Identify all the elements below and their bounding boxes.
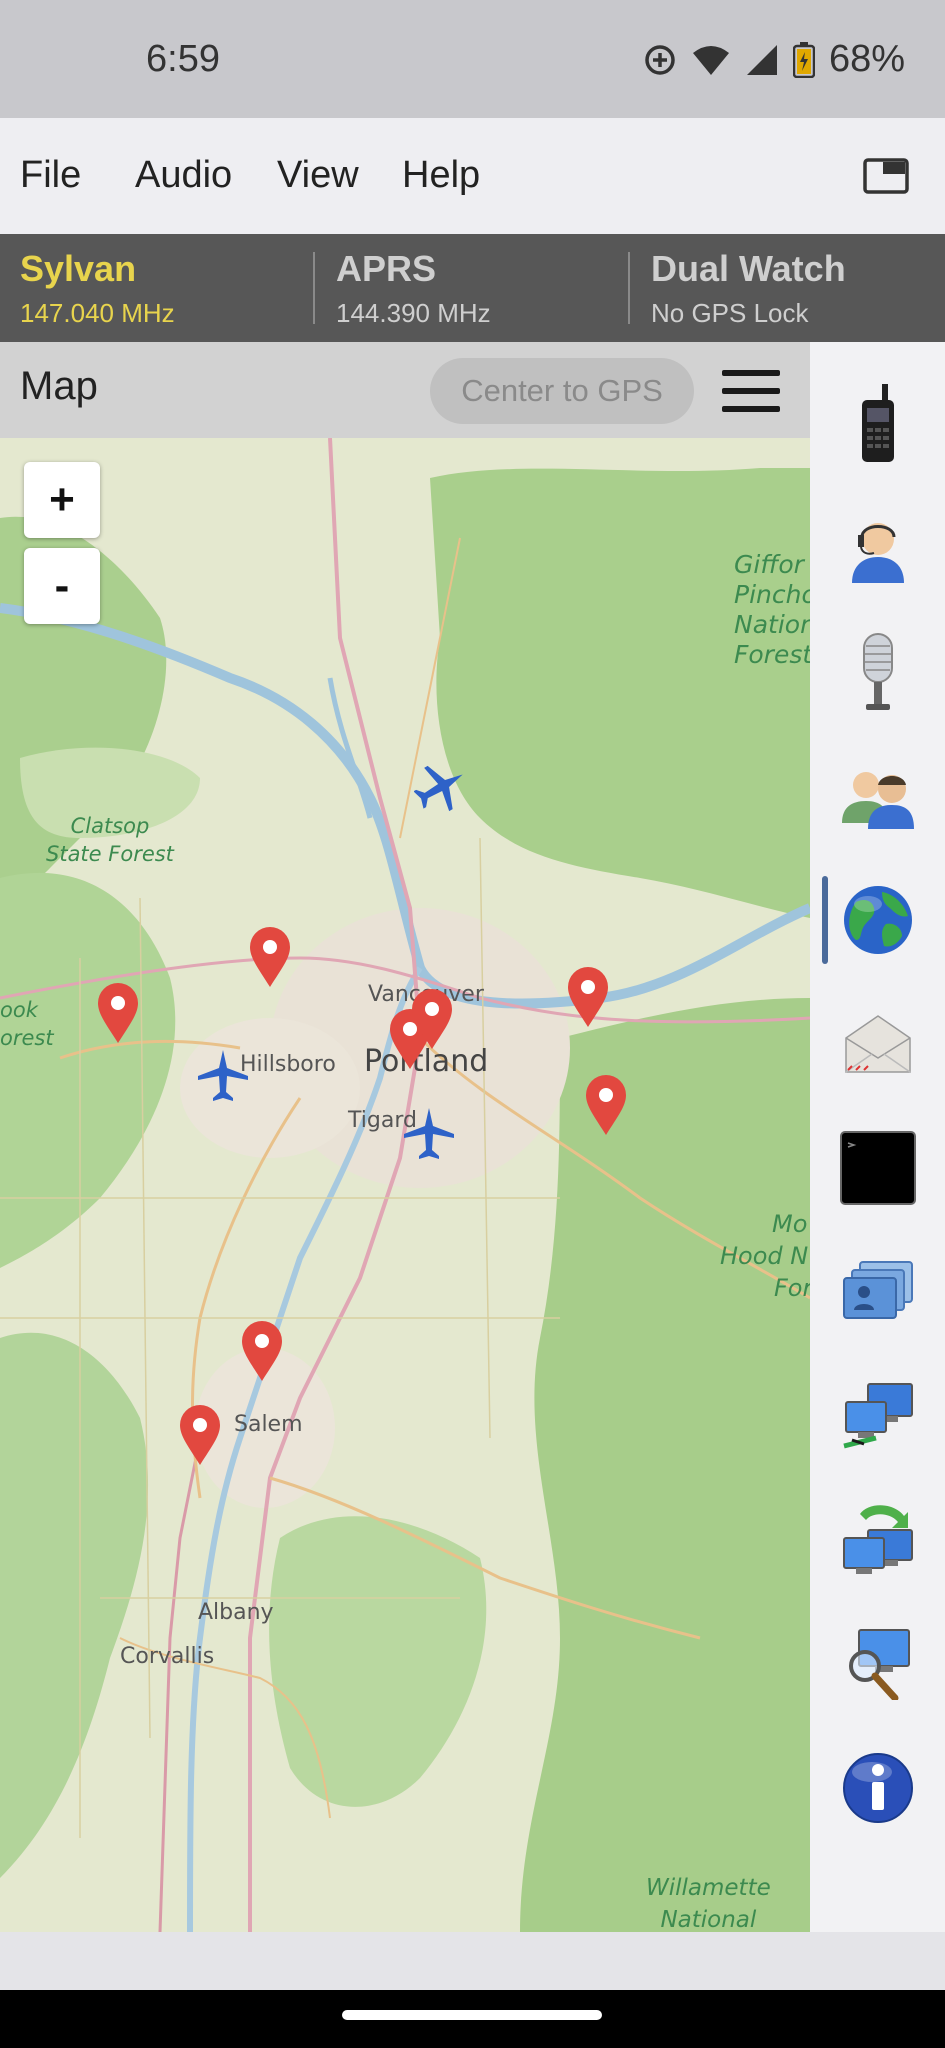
microphone-icon	[862, 633, 893, 710]
channel-b[interactable]: APRS 144.390 MHz	[336, 248, 491, 329]
picture-in-picture-icon[interactable]	[863, 158, 909, 194]
page-title: Map	[20, 364, 98, 408]
operator-headset-icon	[851, 523, 904, 583]
map-label-tillamook: ook orest	[0, 998, 54, 1050]
menu-view[interactable]: View	[277, 154, 359, 197]
channel-b-frequency: 144.390 MHz	[336, 298, 491, 328]
cell-signal-icon	[746, 44, 777, 75]
clock: 6:59	[146, 38, 220, 80]
network-icon	[842, 1383, 913, 1449]
sidebar-item-network[interactable]	[810, 1354, 945, 1478]
zoom-in-button[interactable]: +	[24, 462, 100, 538]
channel-a[interactable]: Sylvan 147.040 MHz	[20, 248, 175, 329]
map-header: Map Center to GPS	[0, 342, 810, 438]
gps-status: No GPS Lock	[651, 298, 809, 328]
map-label-mt-hood: Mo	[772, 1210, 808, 1238]
bottom-area	[0, 1932, 945, 1990]
selected-indicator	[822, 876, 828, 964]
sidebar-item-bbs[interactable]	[810, 1230, 945, 1354]
dual-watch-label: Dual Watch	[651, 248, 846, 289]
data-saver-icon	[645, 44, 675, 75]
sidebar-item-map[interactable]	[810, 858, 945, 982]
aircraft-icon[interactable]	[402, 1106, 456, 1160]
sidebar-item-mail[interactable]	[810, 982, 945, 1106]
sidebar-item-sync[interactable]	[810, 1478, 945, 1602]
location-marker-icon[interactable]	[240, 1320, 284, 1382]
battery-percent: 68%	[828, 38, 905, 80]
sidebar-nav	[810, 342, 945, 1932]
channel-a-name: Sylvan	[20, 248, 137, 289]
divider	[313, 252, 315, 324]
location-marker-icon[interactable]	[96, 982, 140, 1044]
hamburger-menu-icon[interactable]	[722, 370, 780, 424]
channel-a-frequency: 147.040 MHz	[20, 298, 175, 328]
handheld-radio-icon	[861, 384, 894, 462]
search-icon	[848, 1629, 910, 1700]
info-icon	[842, 1753, 913, 1823]
home-indicator[interactable]	[342, 2010, 602, 2020]
sidebar-item-microphone[interactable]	[810, 610, 945, 734]
location-marker-icon[interactable]	[584, 1074, 628, 1136]
location-marker-icon[interactable]	[410, 988, 454, 1050]
system-nav-bar	[0, 1990, 945, 2048]
sidebar-item-info[interactable]	[810, 1726, 945, 1850]
aircraft-icon[interactable]	[414, 760, 468, 814]
map-label-willamette: Willamette National	[646, 1875, 771, 1932]
sidebar-item-radio[interactable]	[810, 362, 945, 486]
sidebar-item-operator[interactable]	[810, 486, 945, 610]
contacts-icon	[841, 772, 914, 829]
location-marker-icon[interactable]	[566, 966, 610, 1028]
map-label-mt-hood-3: For	[774, 1274, 810, 1302]
map-label-corvallis: Corvallis	[120, 1644, 215, 1669]
menu-bar: File Audio View Help	[0, 118, 945, 234]
map-tiles[interactable]	[0, 438, 810, 1932]
battery-icon	[792, 41, 815, 78]
mail-icon	[844, 1015, 911, 1073]
system-status-bar: 6:59 68%	[0, 0, 945, 118]
wifi-icon	[692, 45, 729, 75]
map-view[interactable]: Giffor Pincho Nation Forest Clatsop Stat…	[0, 438, 810, 1932]
sync-icon	[842, 1505, 913, 1574]
center-to-gps-button[interactable]: Center to GPS	[430, 358, 694, 424]
globe-icon	[843, 886, 912, 954]
terminal-icon	[839, 1131, 916, 1205]
map-label-salem: Salem	[234, 1412, 303, 1437]
zoom-out-button[interactable]: -	[24, 548, 100, 624]
map-label-hillsboro: Hillsboro	[240, 1052, 336, 1077]
channel-b-name: APRS	[336, 248, 437, 289]
sidebar-item-contacts[interactable]	[810, 734, 945, 858]
dual-watch[interactable]: Dual Watch No GPS Lock	[651, 248, 846, 329]
aircraft-icon[interactable]	[196, 1048, 250, 1102]
map-label-clatsop: Clatsop State Forest	[46, 814, 174, 866]
sidebar-item-terminal[interactable]	[810, 1106, 945, 1230]
map-label-albany: Albany	[198, 1600, 274, 1625]
menu-file[interactable]: File	[20, 154, 81, 197]
menu-audio[interactable]: Audio	[135, 154, 232, 197]
location-marker-icon[interactable]	[248, 926, 292, 988]
location-marker-icon[interactable]	[178, 1404, 222, 1466]
sidebar-item-search[interactable]	[810, 1602, 945, 1726]
map-label-mt-hood-2: Hood N	[720, 1242, 809, 1270]
menu-help[interactable]: Help	[402, 154, 480, 197]
map-label-gifford: Giffor Pincho Nation Forest	[734, 550, 810, 669]
radio-status-bar: Sylvan 147.040 MHz APRS 144.390 MHz Dual…	[0, 234, 945, 342]
bbs-icon	[842, 1261, 913, 1319]
divider	[628, 252, 630, 324]
